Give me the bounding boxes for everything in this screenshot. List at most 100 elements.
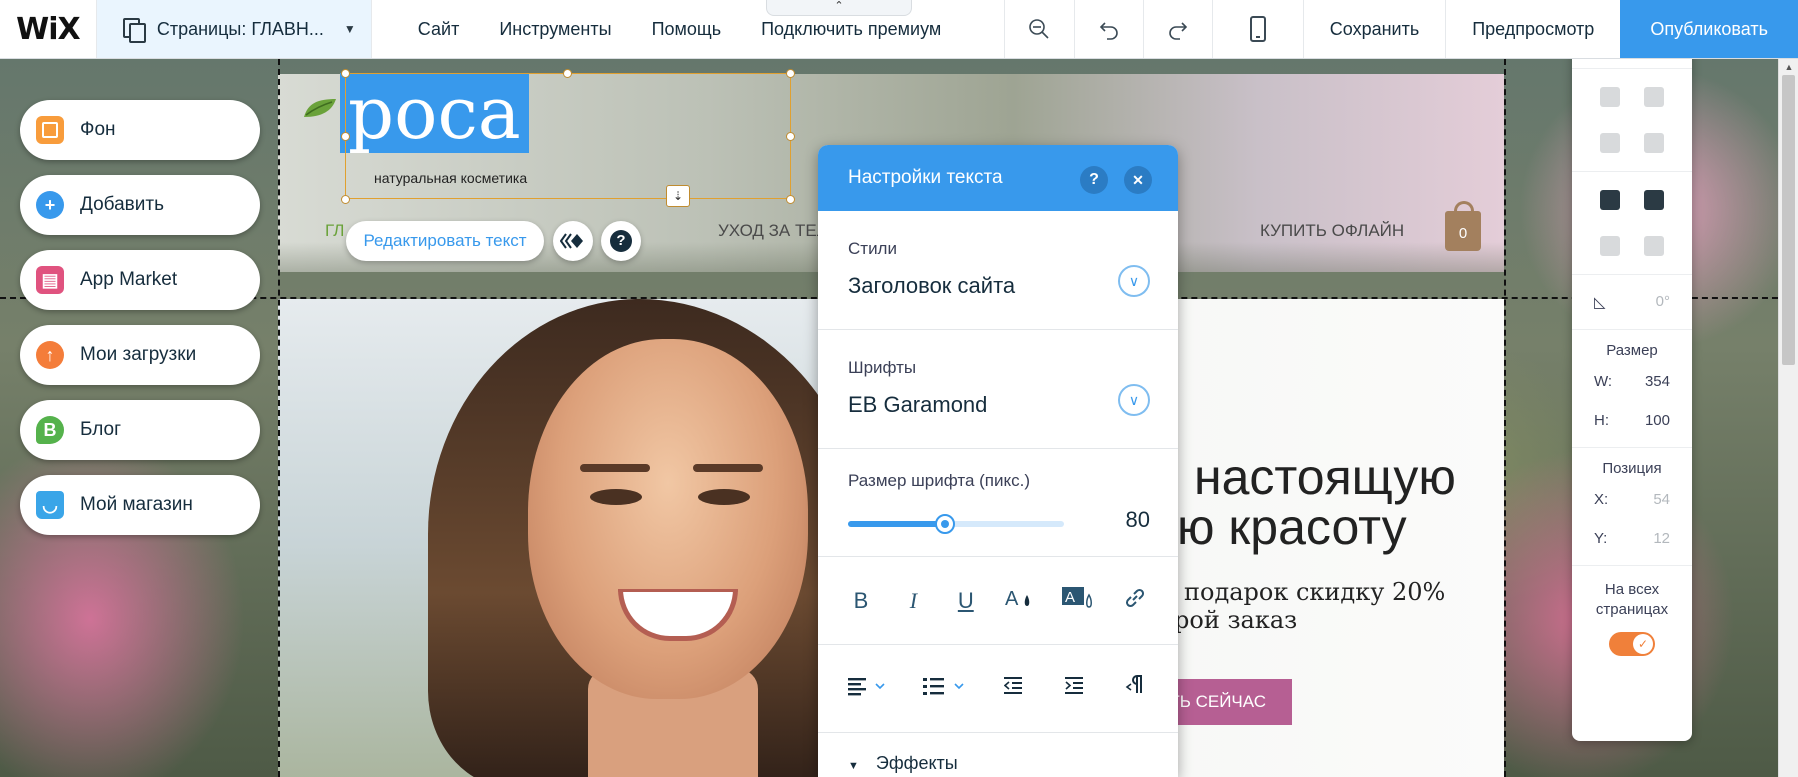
height-label: H: bbox=[1594, 412, 1609, 429]
hero-title[interactable]: настоящую ую красоту bbox=[1152, 452, 1456, 552]
cart-icon[interactable]: 0 bbox=[1445, 201, 1481, 251]
add-button[interactable]: + Добавить bbox=[20, 175, 260, 235]
underline-button[interactable]: U bbox=[953, 588, 979, 614]
animation-icon bbox=[560, 233, 583, 249]
undo-button[interactable] bbox=[1073, 0, 1143, 58]
help-button[interactable]: ? bbox=[601, 221, 641, 261]
text-direction-icon[interactable] bbox=[1122, 674, 1148, 703]
height-input[interactable]: 100 bbox=[1645, 412, 1670, 429]
hero-subtitle[interactable]: подарок скидку 20% рой заказ bbox=[1174, 578, 1445, 634]
zoom-out-button[interactable] bbox=[1004, 0, 1073, 58]
menu-help[interactable]: Помощь bbox=[632, 19, 742, 40]
chevron-down-icon[interactable]: ∨ bbox=[1118, 265, 1150, 297]
hero-title-line: настоящую bbox=[1194, 449, 1456, 505]
delete-icon[interactable] bbox=[1644, 133, 1664, 153]
align-icon[interactable] bbox=[1644, 190, 1664, 210]
undo-icon bbox=[1099, 22, 1118, 40]
chevron-down-icon[interactable]: ∨ bbox=[1118, 384, 1150, 416]
resize-handle[interactable] bbox=[341, 132, 350, 141]
duplicate-icon[interactable] bbox=[1600, 133, 1620, 153]
link-icon[interactable] bbox=[1122, 586, 1148, 616]
collapse-toolbar-tab[interactable]: ⌃ bbox=[766, 0, 912, 16]
resize-handle[interactable] bbox=[786, 195, 795, 204]
add-panel: Фон + Добавить ▤ App Market ↑ Мои загруз… bbox=[20, 100, 260, 550]
edit-text-button[interactable]: Редактировать текст bbox=[346, 221, 544, 261]
italic-button[interactable]: I bbox=[900, 588, 926, 614]
highlight-color-icon[interactable]: A bbox=[1061, 585, 1096, 617]
slider-handle[interactable] bbox=[935, 514, 956, 534]
bold-button[interactable]: B bbox=[848, 588, 874, 614]
store-icon: ▤ bbox=[36, 266, 64, 294]
rotate-icon[interactable]: ◺ bbox=[1594, 293, 1606, 311]
scroll-thumb[interactable] bbox=[1782, 75, 1795, 365]
rotation-value[interactable]: 0° bbox=[1656, 293, 1670, 311]
outdent-icon[interactable] bbox=[1001, 676, 1027, 702]
fonts-value[interactable]: EB Garamond bbox=[848, 378, 1148, 418]
menu-upgrade[interactable]: Подключить премиум bbox=[741, 19, 961, 40]
close-icon[interactable]: ✕ bbox=[1124, 166, 1152, 194]
x-input[interactable]: 54 bbox=[1653, 491, 1670, 508]
site-nav-item[interactable]: ГЛ bbox=[325, 221, 344, 241]
effects-section[interactable]: ▼ Эффекты bbox=[818, 733, 1178, 777]
size-title: Размер bbox=[1606, 342, 1658, 359]
store-button[interactable]: ◡ Мой магазин bbox=[20, 475, 260, 535]
menu-site[interactable]: Сайт bbox=[398, 19, 480, 40]
svg-text:A: A bbox=[1065, 589, 1075, 606]
menu-tools[interactable]: Инструменты bbox=[479, 19, 631, 40]
uploads-button[interactable]: ↑ Мои загрузки bbox=[20, 325, 260, 385]
arrange-icon[interactable] bbox=[1600, 190, 1620, 210]
chevron-down-icon: ▼ bbox=[343, 22, 356, 36]
scroll-up-arrow[interactable]: ▲ bbox=[1779, 59, 1798, 75]
page-guide-left bbox=[278, 59, 280, 777]
paste-icon[interactable] bbox=[1644, 87, 1664, 107]
resize-handle[interactable] bbox=[341, 195, 350, 204]
pages-label: Страницы: ГЛАВН... bbox=[156, 18, 324, 39]
preview-button[interactable]: Предпросмотр bbox=[1445, 0, 1620, 58]
show-on-all-pages-label: На всех страницах bbox=[1595, 581, 1669, 618]
hero-photo-smile bbox=[618, 589, 738, 641]
stretch-handle[interactable]: ⇣ bbox=[666, 185, 690, 207]
caret-down-icon: ▼ bbox=[848, 760, 859, 772]
page-guide-right bbox=[1504, 59, 1506, 777]
publish-button[interactable]: Опубликовать bbox=[1620, 0, 1798, 58]
resize-handle[interactable] bbox=[786, 69, 795, 78]
wix-logo[interactable]: WiX bbox=[0, 0, 97, 58]
indent-icon[interactable] bbox=[1062, 676, 1088, 702]
x-label: X: bbox=[1594, 491, 1609, 508]
vertical-scrollbar[interactable]: ▲ bbox=[1778, 59, 1798, 777]
distribute-icon[interactable] bbox=[1600, 236, 1620, 256]
position-title: Позиция bbox=[1602, 460, 1662, 477]
text-color-icon[interactable]: A bbox=[1005, 586, 1035, 616]
app-market-button[interactable]: ▤ App Market bbox=[20, 250, 260, 310]
resize-handle[interactable] bbox=[341, 69, 350, 78]
site-nav-item[interactable]: КУПИТЬ ОФЛАЙН bbox=[1260, 221, 1404, 241]
styles-value[interactable]: Заголовок сайта bbox=[848, 259, 1148, 299]
mobile-phone-icon bbox=[1249, 16, 1266, 42]
y-input[interactable]: 12 bbox=[1653, 530, 1670, 547]
font-size-value[interactable]: 80 bbox=[1126, 507, 1150, 533]
help-icon[interactable]: ? bbox=[1080, 166, 1108, 194]
font-size-slider[interactable] bbox=[848, 514, 1064, 534]
show-on-all-pages-toggle[interactable] bbox=[1609, 632, 1655, 656]
app-market-label: App Market bbox=[80, 269, 178, 290]
redo-button[interactable] bbox=[1142, 0, 1212, 58]
width-input[interactable]: 354 bbox=[1645, 373, 1670, 390]
background-button[interactable]: Фон bbox=[20, 100, 260, 160]
site-nav-item[interactable]: УХОД ЗА ТЕЛ bbox=[718, 221, 828, 241]
copy-icon[interactable] bbox=[1600, 87, 1620, 107]
resize-handle[interactable] bbox=[563, 69, 572, 78]
save-button[interactable]: Сохранить bbox=[1302, 0, 1445, 58]
blog-button[interactable]: B Блог bbox=[20, 400, 260, 460]
width-label: W: bbox=[1594, 373, 1613, 390]
align-left-icon[interactable] bbox=[848, 676, 888, 702]
resize-handle[interactable] bbox=[786, 132, 795, 141]
text-settings-panel: Настройки текста ? ✕ Стили Заголовок сай… bbox=[818, 145, 1178, 777]
position-section: Позиция X: 54 Y: 12 bbox=[1572, 448, 1692, 566]
store-label: Мой магазин bbox=[80, 494, 193, 515]
pages-dropdown[interactable]: Страницы: ГЛАВН... ▼ bbox=[96, 0, 372, 58]
mobile-view-button[interactable] bbox=[1211, 0, 1303, 58]
fonts-section: Шрифты EB Garamond ∨ bbox=[818, 330, 1178, 449]
bullet-list-icon[interactable] bbox=[922, 676, 967, 702]
match-size-icon[interactable] bbox=[1644, 236, 1664, 256]
animation-button[interactable] bbox=[553, 221, 593, 261]
